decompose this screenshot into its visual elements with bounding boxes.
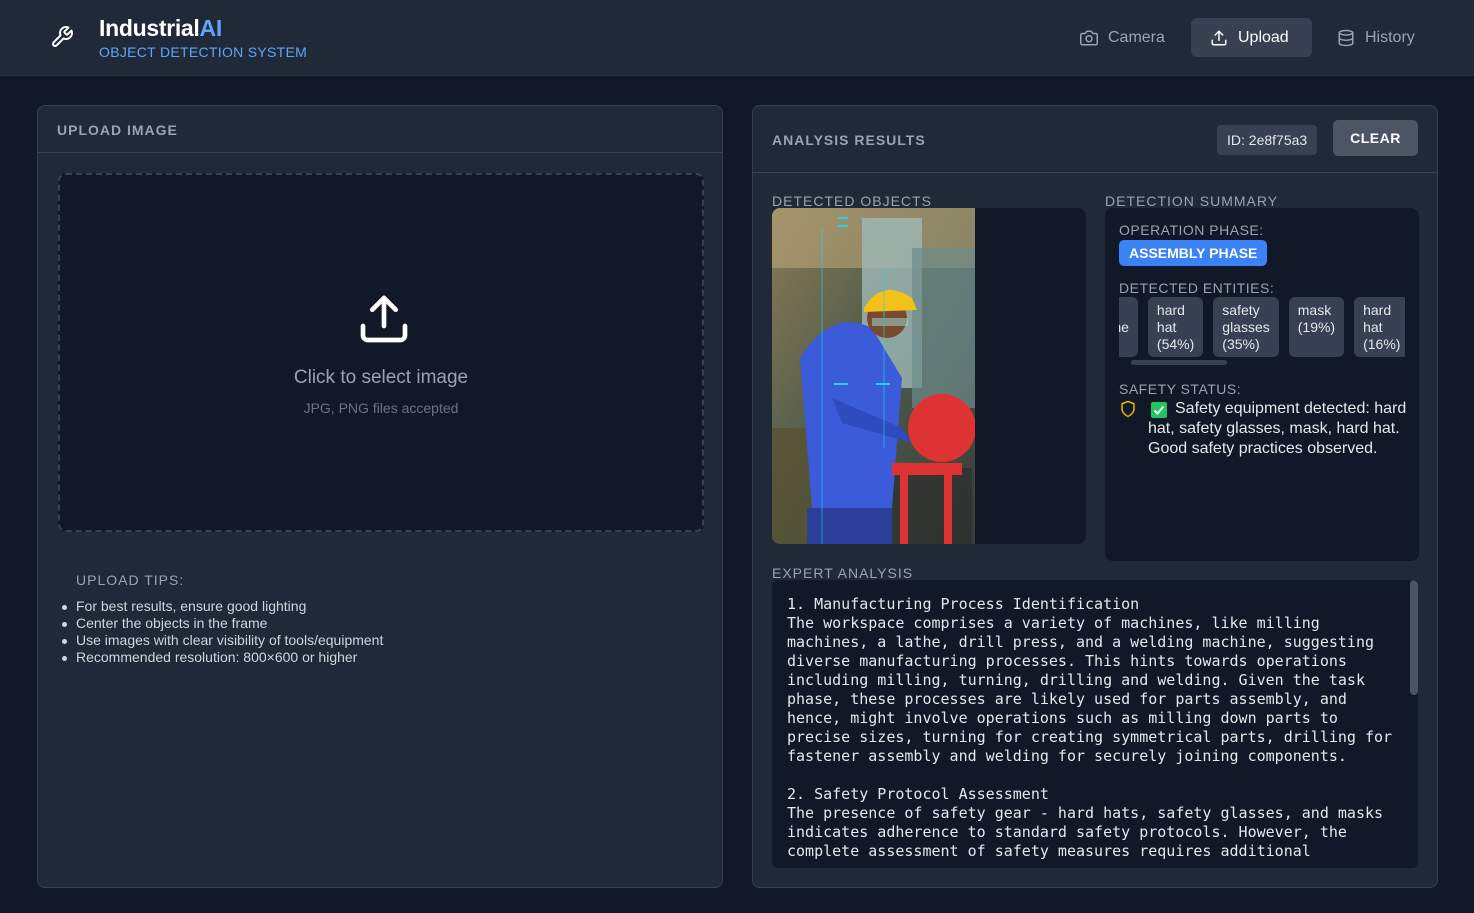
nav-camera-label: Camera xyxy=(1108,28,1165,46)
entities-chip-scroller[interactable]: milling machine (87%) hard hat (54%) saf… xyxy=(1119,297,1405,367)
app-header: IndustrialAI OBJECT DETECTION SYSTEM Cam… xyxy=(0,0,1474,76)
wrench-icon xyxy=(52,26,73,47)
panel-divider xyxy=(753,172,1437,173)
upload-panel: UPLOAD IMAGE Click to select image JPG, … xyxy=(37,105,723,888)
safety-status-label: SAFETY STATUS: xyxy=(1119,381,1242,397)
expert-analysis-label: EXPERT ANALYSIS xyxy=(772,565,914,581)
panel-divider xyxy=(38,152,722,153)
detected-entities-label: DETECTED ENTITIES: xyxy=(1119,280,1275,296)
expert-analysis-box[interactable]: 1. Manufacturing Process Identification … xyxy=(772,580,1418,868)
analysis-scrollbar[interactable] xyxy=(1410,580,1418,695)
operation-phase-badge: ASSEMBLY PHASE xyxy=(1119,240,1268,266)
chips-scrollbar[interactable] xyxy=(1131,360,1227,365)
camera-icon xyxy=(1080,30,1098,45)
tip-item: For best results, ensure good lighting xyxy=(61,598,383,615)
entity-chip: safety glasses (35%) xyxy=(1213,297,1279,357)
upload-large-icon xyxy=(360,295,408,343)
detected-image[interactable] xyxy=(772,208,975,544)
brand-title: IndustrialAI xyxy=(99,15,222,41)
results-panel-title: ANALYSIS RESULTS xyxy=(772,132,926,148)
nav-camera-button[interactable]: Camera xyxy=(1061,18,1184,57)
expert-analysis-text: 1. Manufacturing Process Identification … xyxy=(787,595,1393,860)
upload-tips-list: For best results, ensure good lighting C… xyxy=(61,598,384,666)
nav-upload-label: Upload xyxy=(1238,28,1289,46)
result-id-badge: ID: 2e8f75a3 xyxy=(1217,125,1318,155)
safety-status-text: Safety equipment detected: hard hat, saf… xyxy=(1148,400,1407,457)
detected-objects-label: DETECTED OBJECTS xyxy=(772,193,932,209)
nav-upload-button[interactable]: Upload xyxy=(1191,18,1312,57)
dropzone-title: Click to select image xyxy=(293,367,469,388)
operation-phase-label: OPERATION PHASE: xyxy=(1119,222,1264,238)
entity-chip: milling machine (87%) xyxy=(1119,297,1138,357)
nav-history-label: History xyxy=(1365,28,1415,46)
database-icon xyxy=(1338,29,1354,46)
nav-history-button[interactable]: History xyxy=(1318,18,1434,57)
upload-panel-title: UPLOAD IMAGE xyxy=(57,122,178,138)
tip-item: Center the objects in the frame xyxy=(61,615,383,632)
tip-item: Recommended resolution: 800×600 or highe… xyxy=(61,649,383,666)
shield-icon xyxy=(1121,400,1135,418)
detected-image-container xyxy=(772,208,1086,544)
clear-button[interactable]: CLEAR xyxy=(1333,120,1418,156)
detection-summary-label: DETECTION SUMMARY xyxy=(1105,193,1279,209)
dropzone-subtitle: JPG, PNG files accepted xyxy=(303,400,459,416)
upload-icon xyxy=(1211,30,1227,45)
upload-tips-title: UPLOAD TIPS: xyxy=(76,572,185,588)
entity-chip: hard hat (16%) xyxy=(1354,297,1405,357)
entity-chip: hard hat (54%) xyxy=(1147,297,1204,357)
entity-chip: mask (19%) xyxy=(1288,297,1345,357)
tip-item: Use images with clear visibility of tool… xyxy=(61,632,384,648)
brand-subtitle: OBJECT DETECTION SYSTEM xyxy=(99,44,308,60)
results-panel: ANALYSIS RESULTS ID: 2e8f75a3 CLEAR DETE… xyxy=(752,105,1438,888)
detection-summary-card: OPERATION PHASE: ASSEMBLY PHASE DETECTED… xyxy=(1105,208,1419,561)
image-dropzone[interactable]: Click to select image JPG, PNG files acc… xyxy=(58,173,704,532)
